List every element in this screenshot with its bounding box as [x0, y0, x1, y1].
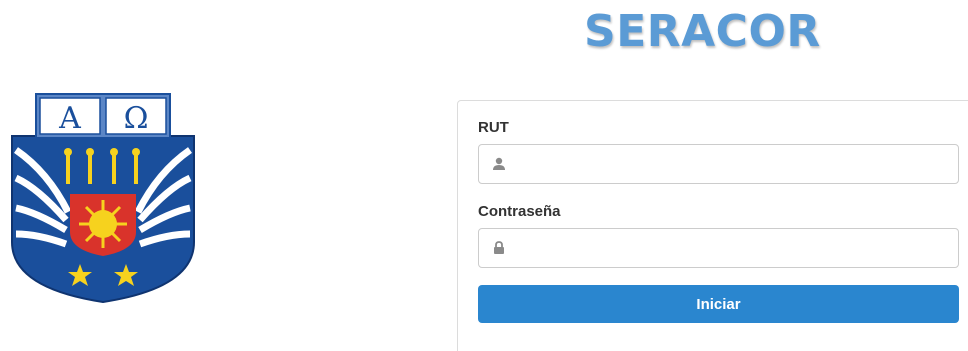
crest-omega: Ω — [124, 101, 149, 136]
rut-input-group[interactable] — [478, 144, 959, 184]
page-title: SERACOR — [584, 6, 821, 57]
login-page: SERACOR A Ω RUT Contraseña Iniciar — [0, 0, 968, 351]
user-icon — [479, 145, 519, 183]
rut-label: RUT — [478, 119, 509, 136]
lock-icon — [479, 229, 519, 267]
login-button[interactable]: Iniciar — [478, 285, 959, 323]
password-input[interactable] — [519, 230, 958, 266]
crest-alpha: A — [58, 101, 81, 136]
password-label: Contraseña — [478, 203, 561, 220]
login-form: RUT Contraseña Iniciar — [457, 100, 968, 351]
rut-input[interactable] — [519, 146, 958, 182]
university-crest-logo: A Ω — [11, 93, 195, 304]
password-input-group[interactable] — [478, 228, 959, 268]
